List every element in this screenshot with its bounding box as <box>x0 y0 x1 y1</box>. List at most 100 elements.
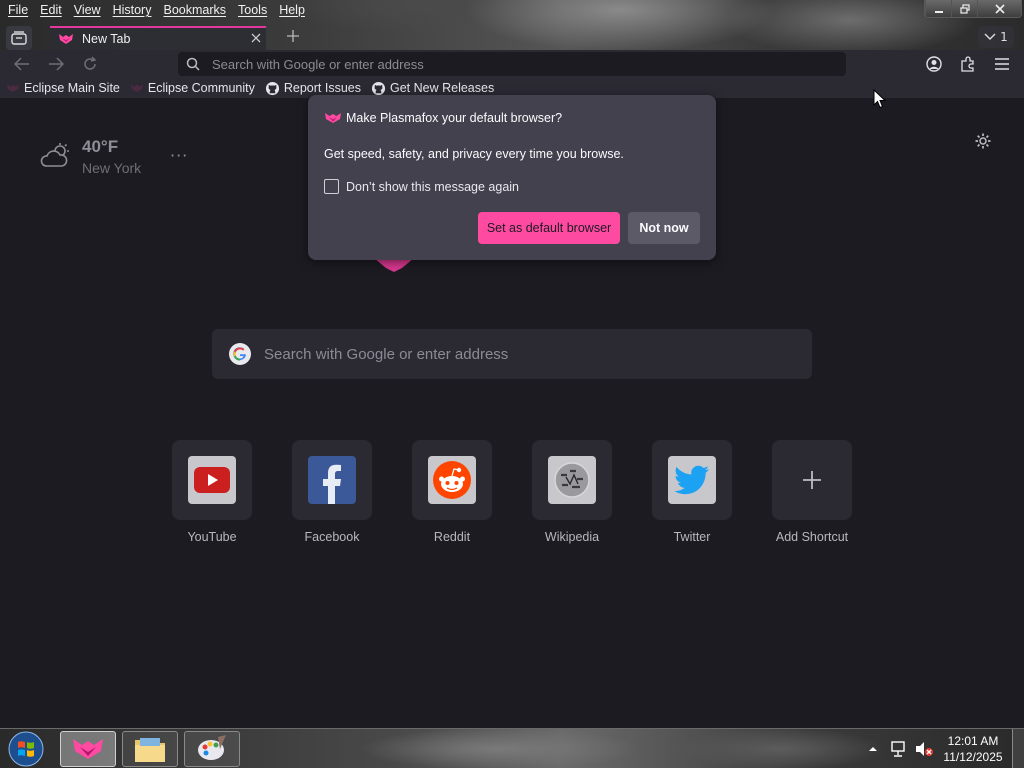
shortcut-tile[interactable] <box>412 440 492 520</box>
mouse-pointer-icon <box>873 89 887 109</box>
extensions-button[interactable] <box>957 54 979 74</box>
menu-bookmarks[interactable]: Bookmarks <box>157 0 232 20</box>
restore-button[interactable] <box>951 0 977 17</box>
plasmafox-icon <box>59 34 73 44</box>
menu-edit[interactable]: Edit <box>34 0 68 20</box>
start-button[interactable] <box>6 731 46 767</box>
menu-file[interactable]: File <box>2 0 34 20</box>
shortcut-add[interactable]: Add Shortcut <box>772 440 852 544</box>
shortcut-label: Add Shortcut <box>775 530 849 544</box>
taskbar-plasmafox[interactable] <box>60 731 116 767</box>
menu-bar: File Edit View History Bookmarks Tools H… <box>0 0 311 20</box>
close-icon <box>251 33 261 42</box>
taskbar: 12:01 AM 11/12/2025 <box>0 728 1024 768</box>
show-desktop-button[interactable] <box>1012 729 1024 768</box>
minimize-button[interactable] <box>925 0 951 17</box>
shortcut-tile[interactable] <box>532 440 612 520</box>
puzzle-piece-icon <box>961 56 974 72</box>
shortcut-twitter[interactable]: Twitter <box>652 440 732 544</box>
menu-history[interactable]: History <box>107 0 158 20</box>
tab-new-tab[interactable]: New Tab <box>50 26 266 50</box>
address-bar[interactable] <box>178 52 846 76</box>
navigation-toolbar <box>0 50 1024 78</box>
folder-icon <box>135 738 165 762</box>
taskbar-file-explorer[interactable] <box>122 731 178 767</box>
plus-icon <box>287 30 299 42</box>
tab-title: New Tab <box>82 32 131 46</box>
bookmark-label: Report Issues <box>283 81 361 95</box>
shortcut-facebook[interactable]: Facebook <box>292 440 372 544</box>
shortcut-reddit[interactable]: Reddit <box>412 440 492 544</box>
shortcut-label: YouTube <box>187 530 237 544</box>
list-all-tabs-button[interactable]: 1 <box>978 26 1014 48</box>
tab-close-button[interactable] <box>246 32 266 47</box>
show-hidden-icons-icon[interactable] <box>866 742 880 756</box>
tab-count: 1 <box>1000 30 1008 44</box>
window-controls <box>924 0 1022 18</box>
address-input[interactable] <box>212 56 812 72</box>
youtube-icon <box>188 456 236 504</box>
plasmafox-logo <box>374 258 414 272</box>
tab-strip: New Tab 1 <box>0 26 1024 50</box>
github-icon <box>371 81 386 95</box>
facebook-icon <box>308 456 356 504</box>
reload-button[interactable] <box>78 54 102 74</box>
personalize-button[interactable] <box>974 132 992 153</box>
shortcut-label: Reddit <box>433 530 471 544</box>
app-menu-button[interactable] <box>991 54 1013 74</box>
menu-tools[interactable]: Tools <box>232 0 273 20</box>
dialog-title-text: Make Plasmafox your default browser? <box>346 111 563 125</box>
not-now-button[interactable]: Not now <box>628 212 700 244</box>
shortcut-tile[interactable] <box>172 440 252 520</box>
weather-location: New York <box>82 160 142 176</box>
plasmafox-icon <box>73 739 103 759</box>
account-button[interactable] <box>923 54 945 74</box>
forward-arrow-icon <box>49 57 64 71</box>
new-tab-search[interactable]: Search with Google or enter address <box>212 329 812 379</box>
taskbar-clock[interactable]: 12:01 AM 11/12/2025 <box>940 733 1006 765</box>
volume-muted-icon[interactable] <box>914 740 934 758</box>
twitter-icon <box>668 456 716 504</box>
dialog-title: Make Plasmafox your default browser? <box>324 111 562 125</box>
wikipedia-icon <box>548 456 596 504</box>
weather-options-button[interactable]: ··· <box>170 146 188 165</box>
shortcut-youtube[interactable]: YouTube <box>172 440 252 544</box>
shortcut-tile[interactable] <box>652 440 732 520</box>
weather-temperature: 40°F <box>82 137 119 156</box>
menu-view[interactable]: View <box>68 0 107 20</box>
dont-show-again-checkbox-row[interactable]: Don’t show this message again <box>324 179 519 194</box>
menu-help[interactable]: Help <box>273 0 311 20</box>
network-icon[interactable] <box>890 740 908 758</box>
set-default-browser-button[interactable]: Set as default browser <box>478 212 620 244</box>
shortcut-tile[interactable] <box>772 440 852 520</box>
chevron-down-icon <box>984 33 996 40</box>
bookmark-label: Eclipse Community <box>147 81 255 95</box>
plasmafox-icon <box>7 84 19 92</box>
shortcut-tile[interactable] <box>292 440 372 520</box>
back-button[interactable] <box>10 54 34 74</box>
reddit-icon <box>428 456 476 504</box>
close-window-button[interactable] <box>977 0 1021 17</box>
bookmark-report-issues[interactable]: Report Issues <box>265 81 361 96</box>
dont-show-again-checkbox[interactable] <box>324 179 339 194</box>
tab-overview-button[interactable] <box>6 26 32 50</box>
forward-button[interactable] <box>44 54 68 74</box>
account-icon <box>926 56 942 72</box>
bookmark-eclipse-main-site[interactable]: Eclipse Main Site <box>6 81 120 95</box>
taskbar-paint[interactable] <box>184 731 240 767</box>
shortcut-wikipedia[interactable]: Wikipedia <box>532 440 612 544</box>
weather-widget[interactable]: 40°F New York <box>40 138 141 176</box>
plus-icon <box>803 471 821 489</box>
close-icon <box>994 3 1005 14</box>
back-arrow-icon <box>14 57 29 71</box>
new-tab-button[interactable] <box>284 28 302 48</box>
plasmafox-icon <box>130 84 143 92</box>
bookmark-label: Eclipse Main Site <box>24 81 120 95</box>
shortcut-label: Facebook <box>304 530 360 544</box>
bookmark-eclipse-community[interactable]: Eclipse Community <box>130 81 255 95</box>
shortcut-label: Twitter <box>673 530 711 544</box>
bookmark-get-new-releases[interactable]: Get New Releases <box>371 81 494 96</box>
github-icon <box>265 81 279 95</box>
search-placeholder: Search with Google or enter address <box>264 345 509 363</box>
reload-icon <box>84 56 97 70</box>
